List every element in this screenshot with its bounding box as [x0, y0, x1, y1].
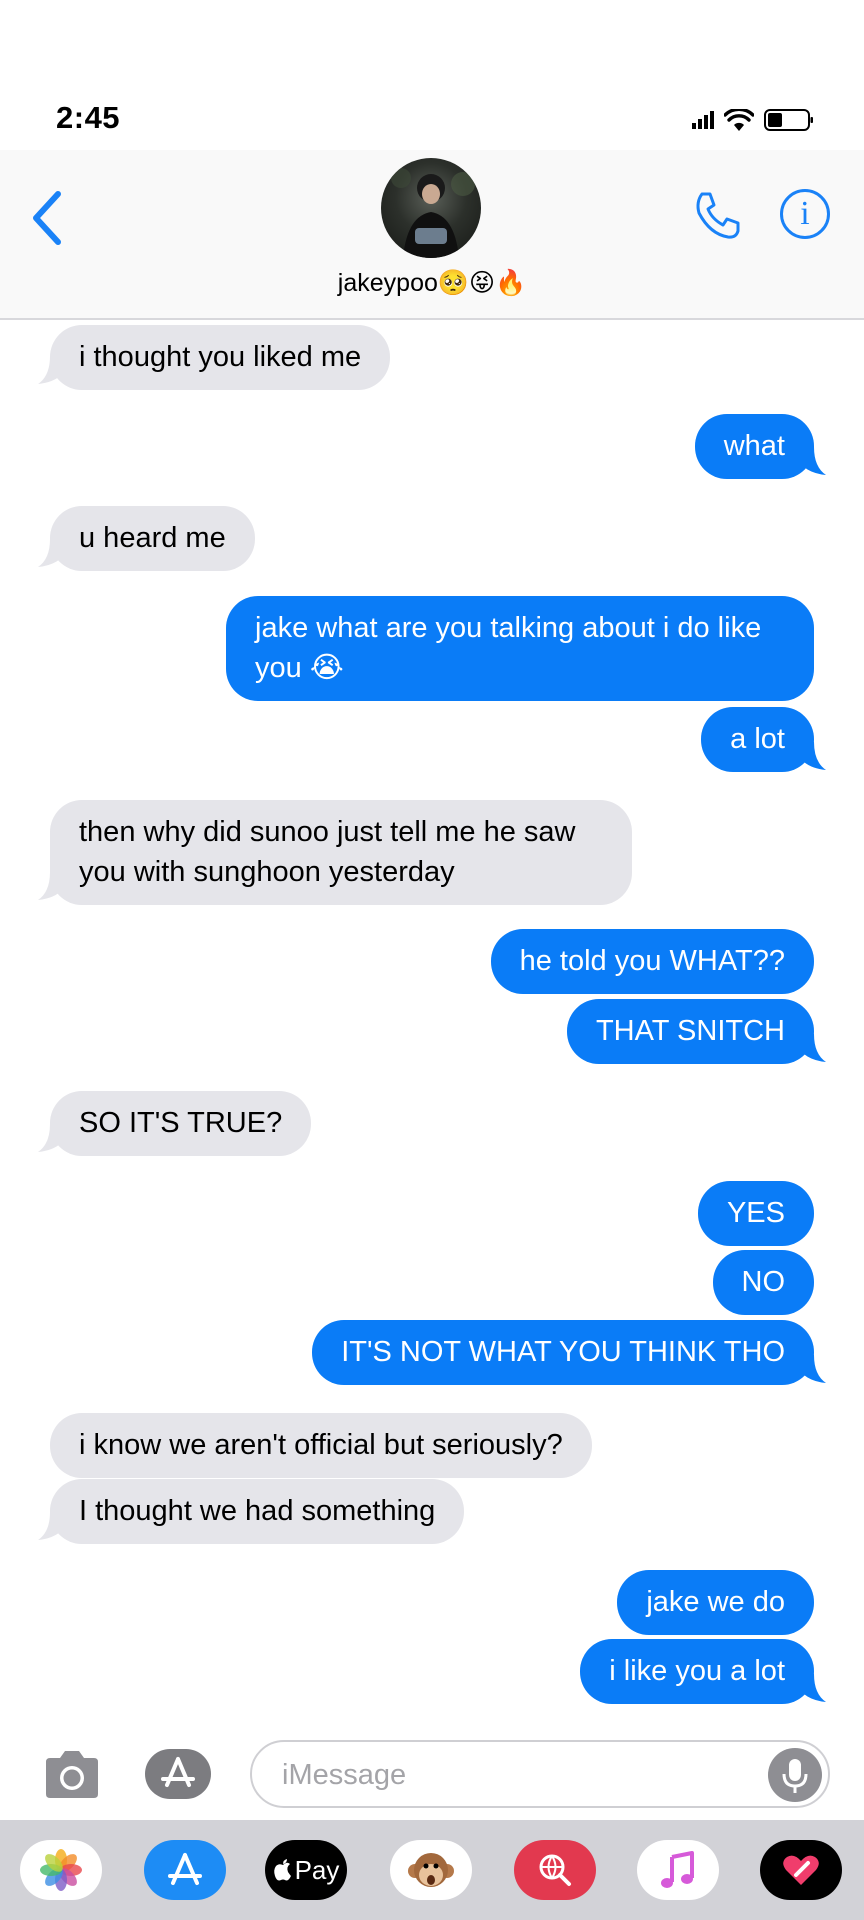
- incoming-message[interactable]: then why did sunoo just tell me he saw y…: [50, 800, 632, 905]
- status-time: 2:45: [56, 100, 121, 135]
- message-input[interactable]: [280, 1742, 754, 1808]
- incoming-message[interactable]: i thought you liked me: [50, 325, 391, 390]
- incoming-message[interactable]: SO IT'S TRUE?: [50, 1091, 312, 1156]
- info-glyph: i: [800, 195, 810, 232]
- photos-app-button[interactable]: [20, 1840, 102, 1900]
- message-field[interactable]: [250, 1740, 830, 1808]
- wifi-icon: [724, 109, 754, 131]
- animoji-button[interactable]: [390, 1840, 472, 1900]
- info-icon[interactable]: i: [780, 189, 830, 239]
- cellular-signal-icon: [692, 111, 714, 129]
- contact-name[interactable]: jakeypoo🥺😝🔥: [0, 268, 864, 298]
- phone-icon[interactable]: [690, 188, 746, 244]
- microphone-icon: [782, 1759, 808, 1793]
- music-button[interactable]: [637, 1840, 719, 1900]
- outgoing-message[interactable]: jake we do: [617, 1570, 814, 1635]
- app-store-button[interactable]: [144, 1840, 226, 1900]
- app-store-icon: [161, 1757, 195, 1787]
- incoming-message[interactable]: i know we aren't official but seriously?: [50, 1413, 592, 1478]
- outgoing-message[interactable]: YES: [697, 1181, 814, 1246]
- contact-avatar[interactable]: [381, 158, 481, 258]
- music-note-icon: [661, 1851, 694, 1888]
- outgoing-bubble-tail: [796, 447, 826, 475]
- outgoing-message[interactable]: NO: [712, 1250, 814, 1315]
- heart-touch-icon: [783, 1855, 819, 1885]
- incoming-bubble-tail: [38, 356, 68, 384]
- globe-search-icon: [539, 1854, 571, 1886]
- status-icons: [692, 108, 814, 132]
- photos-icon: [40, 1849, 82, 1891]
- battery-icon: [764, 109, 813, 131]
- apple-pay-label: Pay: [294, 1854, 340, 1885]
- app-store-icon: [168, 1853, 202, 1885]
- outgoing-bubble-tail: [796, 1034, 826, 1062]
- outgoing-bubble-tail: [796, 1355, 826, 1383]
- incoming-message[interactable]: u heard me: [50, 506, 255, 571]
- outgoing-message[interactable]: i like you a lot: [580, 1639, 814, 1704]
- microphone-button[interactable]: [768, 1748, 822, 1802]
- outgoing-bubble-tail: [796, 742, 826, 770]
- outgoing-bubble-tail: [796, 1674, 826, 1702]
- incoming-bubble-tail: [38, 1124, 68, 1152]
- outgoing-message[interactable]: he told you WHAT??: [490, 929, 814, 994]
- image-search-button[interactable]: [514, 1840, 596, 1900]
- incoming-bubble-tail: [38, 1512, 68, 1540]
- avatar-photo: [391, 168, 475, 258]
- conversation-header: jakeypoo🥺😝🔥 i: [0, 150, 864, 320]
- outgoing-message[interactable]: IT'S NOT WHAT YOU THINK THO: [312, 1320, 814, 1385]
- compose-bar: [0, 1728, 864, 1820]
- apps-button[interactable]: [145, 1749, 211, 1799]
- status-bar: 2:45: [0, 0, 864, 150]
- back-chevron-icon[interactable]: [28, 188, 68, 248]
- apple-logo-icon: [273, 1859, 291, 1881]
- incoming-bubble-tail: [38, 872, 68, 900]
- app-drawer: Pay: [0, 1820, 864, 1920]
- monkey-icon: [408, 1853, 454, 1887]
- outgoing-message[interactable]: THAT SNITCH: [566, 999, 814, 1064]
- incoming-bubble-tail: [38, 539, 68, 567]
- outgoing-message[interactable]: jake what are you talking about i do lik…: [226, 596, 814, 701]
- camera-icon[interactable]: [42, 1748, 102, 1800]
- incoming-message[interactable]: I thought we had something: [50, 1479, 465, 1544]
- apple-pay-button[interactable]: Pay: [265, 1840, 347, 1900]
- digital-touch-button[interactable]: [760, 1840, 842, 1900]
